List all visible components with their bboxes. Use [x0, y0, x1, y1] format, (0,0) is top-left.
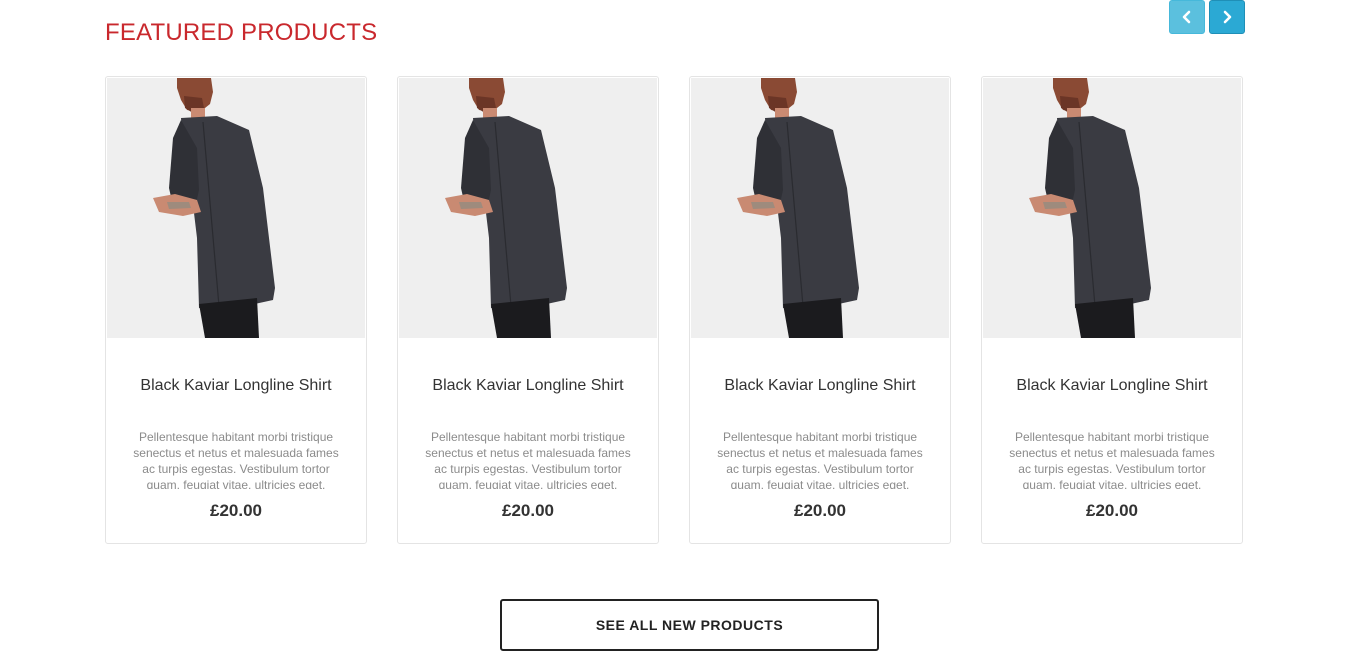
- chevron-left-icon: [1182, 10, 1191, 24]
- product-description: Pellentesque habitant morbi tristique se…: [133, 430, 339, 489]
- product-card[interactable]: Black Kaviar Longline Shirt Pellentesque…: [397, 76, 659, 544]
- product-image[interactable]: [107, 78, 365, 338]
- product-card[interactable]: Black Kaviar Longline Shirt Pellentesque…: [105, 76, 367, 544]
- carousel-next-button[interactable]: [1209, 0, 1245, 34]
- product-description: Pellentesque habitant morbi tristique se…: [717, 430, 923, 489]
- product-description: Pellentesque habitant morbi tristique se…: [425, 430, 631, 489]
- product-price: £20.00: [502, 501, 554, 520]
- chevron-right-icon: [1223, 10, 1232, 24]
- shirt-model-illustration: [983, 78, 1241, 338]
- product-card[interactable]: Black Kaviar Longline Shirt Pellentesque…: [981, 76, 1243, 544]
- product-title[interactable]: Black Kaviar Longline Shirt: [690, 377, 950, 395]
- product-list: Black Kaviar Longline Shirt Pellentesque…: [105, 76, 1243, 544]
- product-description: Pellentesque habitant morbi tristique se…: [1009, 430, 1215, 489]
- product-title[interactable]: Black Kaviar Longline Shirt: [982, 377, 1242, 395]
- carousel-prev-button[interactable]: [1169, 0, 1205, 34]
- product-image[interactable]: [399, 78, 657, 338]
- shirt-model-illustration: [691, 78, 949, 338]
- product-title[interactable]: Black Kaviar Longline Shirt: [398, 377, 658, 395]
- product-price: £20.00: [1086, 501, 1138, 520]
- product-image[interactable]: [691, 78, 949, 338]
- see-all-products-button[interactable]: SEE ALL NEW PRODUCTS: [500, 599, 879, 651]
- product-title[interactable]: Black Kaviar Longline Shirt: [106, 377, 366, 395]
- product-image[interactable]: [983, 78, 1241, 338]
- product-price: £20.00: [210, 501, 262, 520]
- carousel-nav: [1169, 0, 1245, 34]
- product-price: £20.00: [794, 501, 846, 520]
- shirt-model-illustration: [399, 78, 657, 338]
- section-title: FEATURED PRODUCTS: [105, 19, 378, 46]
- product-card[interactable]: Black Kaviar Longline Shirt Pellentesque…: [689, 76, 951, 544]
- shirt-model-illustration: [107, 78, 365, 338]
